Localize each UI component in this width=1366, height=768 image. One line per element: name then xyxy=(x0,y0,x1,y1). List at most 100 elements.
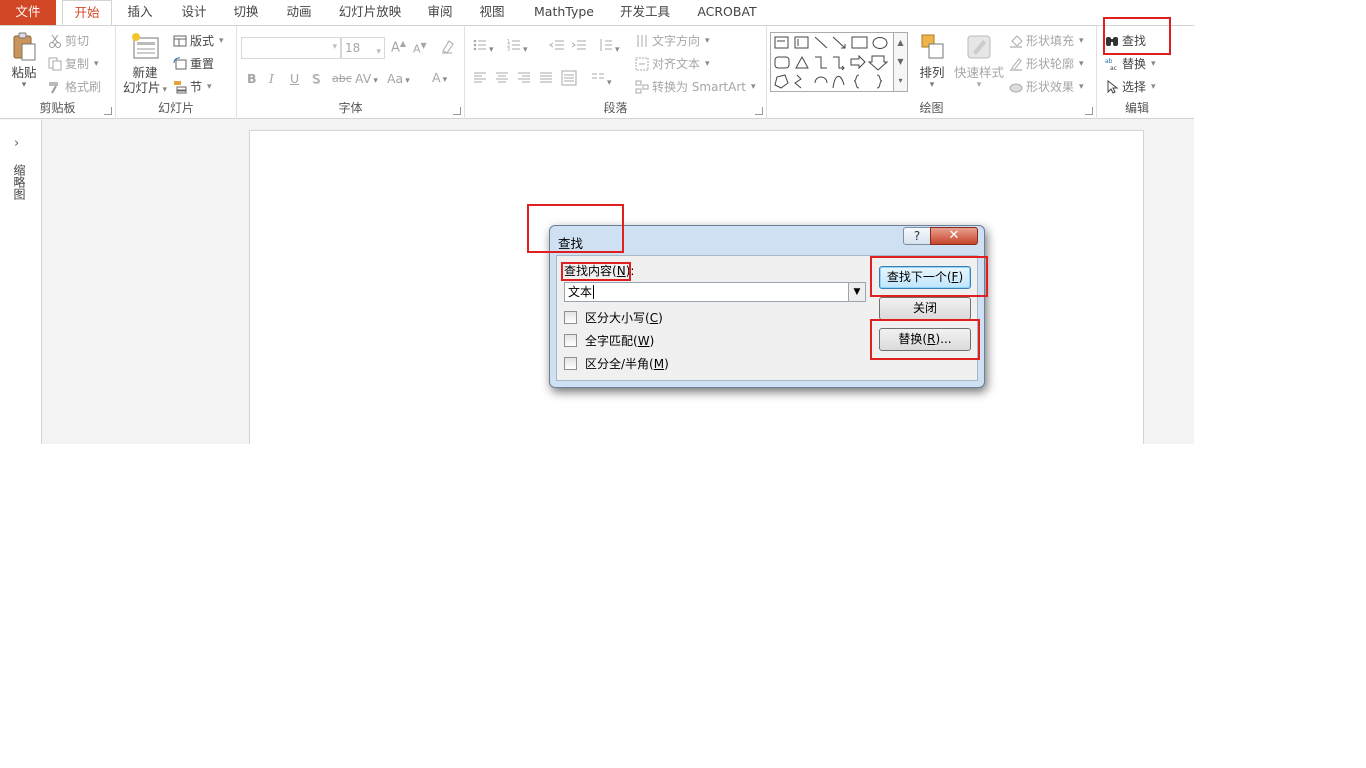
match-width-checkbox[interactable] xyxy=(564,357,577,370)
paste-button[interactable]: 粘贴 ▾ xyxy=(6,32,42,90)
distributed-icon[interactable] xyxy=(561,70,577,89)
quick-styles-dropdown-icon[interactable]: ▾ xyxy=(952,80,1006,90)
dialog-close-button[interactable]: 关闭 xyxy=(879,297,971,320)
group-editing: 查找 abac 替换 选择 编辑 xyxy=(1097,26,1177,119)
find-what-input[interactable]: 文本 ▼ xyxy=(564,282,866,302)
numbering-button[interactable]: 123 xyxy=(507,38,528,55)
tab-mathtype[interactable]: MathType xyxy=(528,0,600,26)
replace-ellipsis: ... xyxy=(940,332,952,346)
shape-fill-button[interactable]: 形状填充 xyxy=(1009,32,1084,49)
font-size-dropdown-icon: ▾ xyxy=(376,47,381,57)
group-slides: 新建 幻灯片 版式 重置 节 幻灯片 xyxy=(116,26,237,119)
match-width-key: M xyxy=(653,357,665,371)
shapes-gallery[interactable]: ▲ ▼ ▾ xyxy=(770,32,908,92)
match-width-option[interactable]: 区分全/半角(M) xyxy=(564,355,669,372)
shadow-button[interactable]: S xyxy=(312,71,320,86)
underline-button[interactable]: U xyxy=(290,71,299,86)
whole-word-option[interactable]: 全字匹配(W) xyxy=(564,332,654,349)
justify-icon[interactable] xyxy=(539,71,553,88)
find-button[interactable]: 查找 xyxy=(1105,32,1146,49)
italic-button[interactable]: I xyxy=(269,71,274,86)
align-text-button[interactable]: 对齐文本 xyxy=(635,55,710,72)
decrease-indent-icon[interactable] xyxy=(549,38,565,55)
drawing-launcher-icon[interactable] xyxy=(1085,107,1093,115)
convert-smartart-button[interactable]: 转换为 SmartArt xyxy=(635,78,756,95)
match-case-option[interactable]: 区分大小写(C) xyxy=(564,309,663,326)
tab-home[interactable]: 开始 xyxy=(62,0,112,27)
cut-button[interactable]: 剪切 xyxy=(48,32,89,49)
find-next-button[interactable]: 查找下一个(F) xyxy=(879,266,971,289)
layout-button[interactable]: 版式 xyxy=(173,32,224,49)
dialog-close-icon[interactable]: ✕ xyxy=(930,227,978,245)
gallery-up-icon[interactable]: ▲ xyxy=(894,33,907,52)
whole-word-checkbox[interactable] xyxy=(564,334,577,347)
find-next-key: F xyxy=(951,270,959,284)
format-painter-button[interactable]: 格式刷 xyxy=(48,78,101,95)
paste-dropdown-icon[interactable]: ▾ xyxy=(6,80,42,90)
dialog-help-button[interactable]: ? xyxy=(903,227,931,245)
clipboard-launcher-icon[interactable] xyxy=(104,107,112,115)
shape-effects-button[interactable]: 形状效果 xyxy=(1009,78,1084,95)
increase-indent-icon[interactable] xyxy=(571,38,587,55)
paragraph-launcher-icon[interactable] xyxy=(755,107,763,115)
font-name-combo[interactable]: ▾ xyxy=(241,37,341,59)
change-case-button[interactable]: Aa xyxy=(387,71,410,86)
cursor-icon xyxy=(1105,79,1119,94)
text-direction-button[interactable]: 文字方向 xyxy=(635,32,710,49)
font-color-button[interactable]: A xyxy=(432,70,447,85)
font-launcher-icon[interactable] xyxy=(453,107,461,115)
quick-styles-button[interactable]: 快速样式 ▾ xyxy=(952,32,1006,90)
replace-button[interactable]: 替换(R)... xyxy=(879,328,971,351)
align-center-icon[interactable] xyxy=(495,71,509,88)
gallery-more-icon[interactable]: ▾ xyxy=(894,71,907,90)
shrink-font-button[interactable]: A▼ xyxy=(413,41,427,56)
replace-key: R xyxy=(927,332,936,346)
tab-view[interactable]: 视图 xyxy=(470,0,514,26)
expand-chevron-icon[interactable]: › xyxy=(14,136,19,151)
tab-animations[interactable]: 动画 xyxy=(277,0,321,26)
tab-review[interactable]: 审阅 xyxy=(418,0,462,26)
copy-button[interactable]: 复制 xyxy=(48,55,99,72)
shapes-gallery-scroll[interactable]: ▲ ▼ ▾ xyxy=(893,33,907,91)
section-button[interactable]: 节 xyxy=(173,78,212,95)
pencil-icon xyxy=(1009,57,1023,71)
bold-button[interactable]: B xyxy=(247,71,257,86)
tab-transitions[interactable]: 切换 xyxy=(224,0,268,26)
tab-acrobat[interactable]: ACROBAT xyxy=(692,0,762,26)
text-direction-icon xyxy=(635,34,649,48)
new-slide-button[interactable]: 新建 幻灯片 xyxy=(120,32,170,98)
grow-font-button[interactable]: A▲ xyxy=(391,39,406,55)
align-right-icon[interactable] xyxy=(517,71,531,88)
tab-slideshow[interactable]: 幻灯片放映 xyxy=(330,0,410,26)
text-direction-label: 文字方向 xyxy=(652,34,701,48)
shape-outline-button[interactable]: 形状轮廓 xyxy=(1009,55,1084,72)
thumbnail-pane-label[interactable]: 缩略图 xyxy=(12,164,26,200)
gallery-down-icon[interactable]: ▼ xyxy=(894,52,907,71)
match-case-checkbox[interactable] xyxy=(564,311,577,324)
strikethrough-button[interactable]: abc xyxy=(332,72,352,85)
bullets-button[interactable] xyxy=(473,38,494,55)
replace-button-ribbon[interactable]: ab ac 替换 xyxy=(1105,55,1156,72)
find-history-dropdown-icon[interactable]: ▼ xyxy=(848,283,865,301)
align-left-icon[interactable] xyxy=(473,71,487,88)
font-size-combo[interactable]: 18 ▾ xyxy=(341,37,385,59)
convert-smartart-label: 转换为 SmartArt xyxy=(652,80,746,94)
line-spacing-icon xyxy=(599,38,613,52)
arrange-dropdown-icon[interactable]: ▾ xyxy=(914,80,950,90)
clear-format-icon[interactable] xyxy=(440,38,456,57)
shape-effects-label: 形状效果 xyxy=(1026,80,1075,94)
tab-developer[interactable]: 开发工具 xyxy=(612,0,678,26)
columns-button[interactable] xyxy=(591,71,612,88)
match-width-text: 区分全/半角 xyxy=(585,357,650,371)
reset-button[interactable]: 重置 xyxy=(173,55,214,72)
char-spacing-button[interactable]: AV xyxy=(355,71,378,86)
tab-file[interactable]: 文件 xyxy=(0,0,56,26)
shape-fill-label: 形状填充 xyxy=(1026,34,1075,48)
line-spacing-button[interactable] xyxy=(599,38,620,55)
tab-insert[interactable]: 插入 xyxy=(118,0,162,26)
tab-design[interactable]: 设计 xyxy=(172,0,216,26)
select-button[interactable]: 选择 xyxy=(1105,78,1156,95)
arrange-button[interactable]: 排列 ▾ xyxy=(914,32,950,90)
paste-label: 粘贴 xyxy=(11,65,37,80)
paste-icon xyxy=(11,32,37,62)
